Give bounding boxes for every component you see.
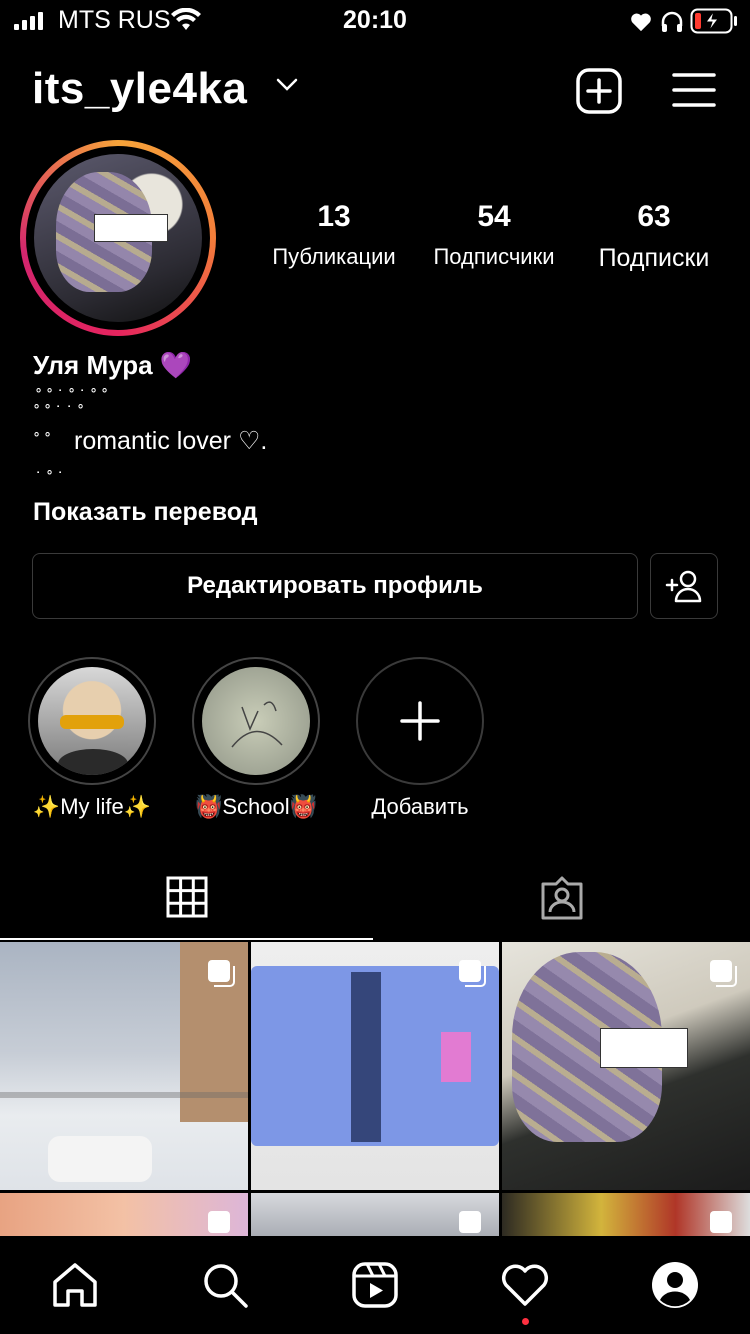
following-label: Подписки [598,244,710,272]
profile-icon [652,1262,698,1308]
nav-home[interactable] [50,1260,100,1310]
post-thumbnail[interactable] [502,1193,750,1237]
edit-profile-button[interactable]: Редактировать профиль [32,553,638,619]
highlight-school[interactable] [192,657,320,785]
profile-full-name: Уля Мура 💜 [33,350,193,380]
battery-icon [690,8,737,34]
tab-posts-grid[interactable] [164,874,210,920]
post-thumbnail[interactable] [502,942,750,1190]
bio-decoration: ˚ ˚ [34,431,51,451]
stat-following[interactable]: 63 [574,200,734,234]
chevron-down-icon[interactable] [276,78,298,92]
grid-icon [166,876,208,918]
stat-posts[interactable]: 13 [254,200,414,234]
menu-icon[interactable] [672,72,716,108]
highlight-label: 👹School👹 [194,794,318,819]
home-icon [53,1263,97,1307]
followers-count: 54 [477,200,511,233]
post-thumbnail[interactable] [251,1193,499,1237]
carousel-icon [710,1211,732,1233]
reels-icon [352,1262,398,1308]
new-highlight-button[interactable] [356,657,484,785]
discover-people-button[interactable] [650,553,718,619]
nav-activity[interactable] [500,1260,550,1310]
bottom-navigation [0,1236,750,1334]
nav-profile[interactable] [650,1260,700,1310]
bio-decoration: ˚ ˚ ˙ ˙ ˚ [34,403,84,423]
carousel-icon [459,1211,481,1233]
profile-avatar[interactable] [20,140,216,336]
post-thumbnail[interactable] [0,942,248,1190]
active-tab-indicator [0,938,373,940]
followers-label: Подписчики [433,244,555,269]
status-bar: MTS RUS 20:10 [0,0,750,44]
tab-tagged[interactable] [538,874,586,922]
highlight-label: ✨My life✨ [32,794,152,819]
posts-label: Публикации [272,244,396,269]
stat-followers[interactable]: 54 [414,200,574,234]
tagged-icon [541,876,583,920]
highlight-label: Добавить [371,794,469,819]
add-person-icon [665,570,702,603]
posts-count: 13 [317,200,351,233]
carousel-icon [710,960,737,987]
notification-dot [522,1318,529,1325]
carousel-icon [208,960,235,987]
bio-text: romantic lover ♡. [74,427,268,455]
carousel-icon [208,1211,230,1233]
highlight-my-life[interactable] [28,657,156,785]
headphones-icon [661,11,683,32]
profile-username[interactable]: its_yle4ka [32,64,247,114]
show-translation-link[interactable]: Показать перевод [33,498,258,527]
activity-icon [501,1264,549,1306]
following-count: 63 [637,200,671,233]
nav-search[interactable] [200,1260,250,1310]
post-thumbnail[interactable] [251,942,499,1190]
bio-decoration: ˙ ˚ ˙ [36,469,64,489]
heart-status-icon [631,13,651,32]
post-thumbnail[interactable] [0,1193,248,1237]
carousel-icon [459,960,486,987]
plus-icon [400,701,440,741]
new-post-icon[interactable] [576,68,622,114]
search-icon [204,1264,248,1308]
nav-reels[interactable] [350,1260,400,1310]
